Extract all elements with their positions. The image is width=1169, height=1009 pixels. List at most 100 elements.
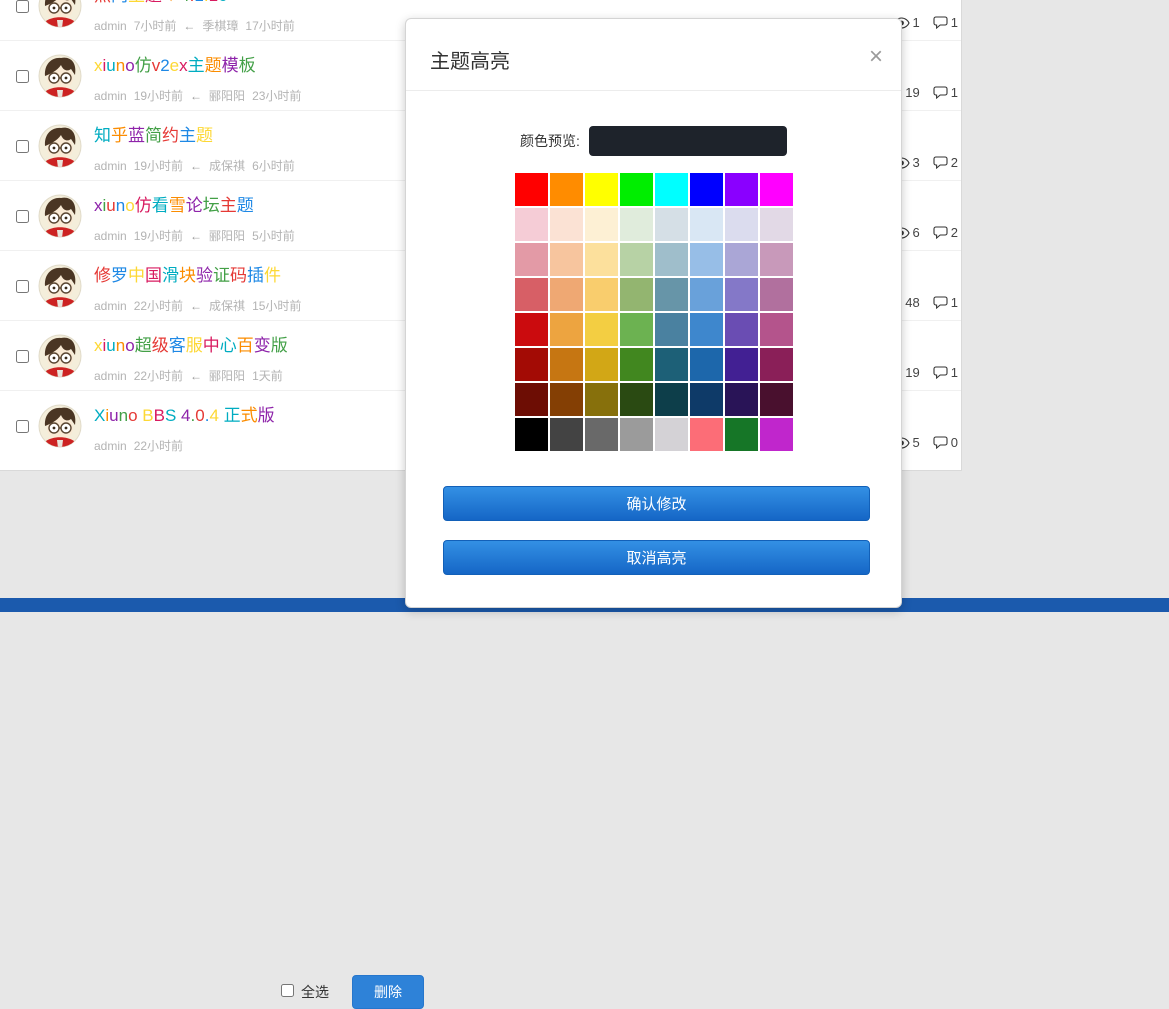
palette-color-swatch[interactable]	[619, 278, 653, 311]
palette-color-swatch[interactable]	[514, 313, 548, 346]
palette-color-swatch[interactable]	[619, 418, 653, 451]
avatar[interactable]	[38, 334, 82, 378]
avatar[interactable]	[38, 124, 82, 168]
delete-button[interactable]: 删除	[352, 975, 424, 1009]
palette-color-swatch[interactable]	[654, 383, 688, 416]
row-checkbox[interactable]	[16, 140, 29, 153]
palette-color-swatch[interactable]	[549, 313, 583, 346]
palette-color-swatch[interactable]	[654, 243, 688, 276]
row-checkbox[interactable]	[16, 420, 29, 433]
select-all-checkbox[interactable]	[281, 984, 294, 997]
palette-color-swatch[interactable]	[689, 243, 723, 276]
palette-color-swatch[interactable]	[549, 173, 583, 206]
palette-color-swatch[interactable]	[689, 418, 723, 451]
palette-color-swatch[interactable]	[584, 418, 618, 451]
palette-color-swatch[interactable]	[689, 383, 723, 416]
thread-author[interactable]: admin	[94, 299, 127, 313]
palette-color-swatch[interactable]	[514, 208, 548, 241]
thread-author[interactable]: admin	[94, 229, 127, 243]
palette-color-swatch[interactable]	[584, 278, 618, 311]
palette-color-swatch[interactable]	[654, 208, 688, 241]
palette-color-swatch[interactable]	[759, 313, 793, 346]
palette-color-swatch[interactable]	[654, 173, 688, 206]
palette-color-swatch[interactable]	[619, 313, 653, 346]
palette-color-swatch[interactable]	[689, 348, 723, 381]
thread-author[interactable]: admin	[94, 19, 127, 33]
thread-title[interactable]: 热门主题 ♦ 4.1.16	[94, 0, 831, 8]
palette-color-swatch[interactable]	[654, 418, 688, 451]
row-checkbox[interactable]	[16, 0, 29, 13]
palette-color-swatch[interactable]	[689, 208, 723, 241]
palette-color-swatch[interactable]	[689, 173, 723, 206]
thread-author[interactable]: admin	[94, 89, 127, 103]
palette-color-swatch[interactable]	[549, 243, 583, 276]
avatar[interactable]	[38, 404, 82, 448]
cancel-button[interactable]: 取消高亮	[443, 540, 870, 575]
palette-color-swatch[interactable]	[724, 383, 758, 416]
palette-color-swatch[interactable]	[759, 383, 793, 416]
palette-color-swatch[interactable]	[514, 383, 548, 416]
palette-color-swatch[interactable]	[584, 313, 618, 346]
last-reply-author[interactable]: 季棋璋	[202, 19, 238, 33]
palette-color-swatch[interactable]	[619, 173, 653, 206]
confirm-button[interactable]: 确认修改	[443, 486, 870, 521]
palette-color-swatch[interactable]	[514, 418, 548, 451]
row-checkbox[interactable]	[16, 350, 29, 363]
palette-color-swatch[interactable]	[549, 348, 583, 381]
last-reply-author[interactable]: 郦阳阳	[209, 89, 245, 103]
palette-color-swatch[interactable]	[689, 278, 723, 311]
close-icon[interactable]: ×	[869, 45, 883, 69]
palette-color-swatch[interactable]	[759, 348, 793, 381]
palette-color-swatch[interactable]	[619, 208, 653, 241]
palette-color-swatch[interactable]	[619, 348, 653, 381]
avatar[interactable]	[38, 264, 82, 308]
palette-color-swatch[interactable]	[724, 208, 758, 241]
row-checkbox[interactable]	[16, 70, 29, 83]
palette-color-swatch[interactable]	[759, 418, 793, 451]
palette-color-swatch[interactable]	[724, 278, 758, 311]
thread-author[interactable]: admin	[94, 439, 127, 453]
palette-color-swatch[interactable]	[584, 243, 618, 276]
thread-author[interactable]: admin	[94, 369, 127, 383]
palette-color-swatch[interactable]	[724, 243, 758, 276]
palette-color-swatch[interactable]	[759, 208, 793, 241]
palette-color-swatch[interactable]	[654, 313, 688, 346]
comment-count: 1	[933, 295, 958, 310]
palette-color-swatch[interactable]	[759, 278, 793, 311]
palette-color-swatch[interactable]	[514, 278, 548, 311]
avatar[interactable]	[38, 194, 82, 238]
palette-color-swatch[interactable]	[584, 383, 618, 416]
last-reply-author[interactable]: 郦阳阳	[209, 229, 245, 243]
palette-color-swatch[interactable]	[724, 173, 758, 206]
palette-color-swatch[interactable]	[549, 278, 583, 311]
highlight-modal: 主题高亮 × 颜色预览: 确认修改 取消高亮	[405, 18, 902, 608]
thread-author[interactable]: admin	[94, 159, 127, 173]
last-reply-author[interactable]: 成保祺	[209, 159, 245, 173]
avatar[interactable]	[38, 54, 82, 98]
last-reply-author[interactable]: 郦阳阳	[209, 369, 245, 383]
palette-color-swatch[interactable]	[549, 383, 583, 416]
palette-color-swatch[interactable]	[584, 173, 618, 206]
view-count-value: 3	[912, 155, 920, 170]
palette-color-swatch[interactable]	[759, 173, 793, 206]
palette-color-swatch[interactable]	[759, 243, 793, 276]
last-reply-author[interactable]: 成保祺	[209, 299, 245, 313]
palette-color-swatch[interactable]	[549, 208, 583, 241]
row-checkbox[interactable]	[16, 210, 29, 223]
palette-color-swatch[interactable]	[619, 243, 653, 276]
palette-color-swatch[interactable]	[724, 313, 758, 346]
palette-color-swatch[interactable]	[549, 418, 583, 451]
palette-color-swatch[interactable]	[724, 418, 758, 451]
avatar[interactable]	[38, 0, 82, 28]
palette-color-swatch[interactable]	[514, 243, 548, 276]
palette-color-swatch[interactable]	[654, 278, 688, 311]
palette-color-swatch[interactable]	[514, 173, 548, 206]
palette-color-swatch[interactable]	[654, 348, 688, 381]
palette-color-swatch[interactable]	[514, 348, 548, 381]
palette-color-swatch[interactable]	[584, 208, 618, 241]
palette-color-swatch[interactable]	[619, 383, 653, 416]
palette-color-swatch[interactable]	[689, 313, 723, 346]
row-checkbox[interactable]	[16, 280, 29, 293]
palette-color-swatch[interactable]	[584, 348, 618, 381]
palette-color-swatch[interactable]	[724, 348, 758, 381]
